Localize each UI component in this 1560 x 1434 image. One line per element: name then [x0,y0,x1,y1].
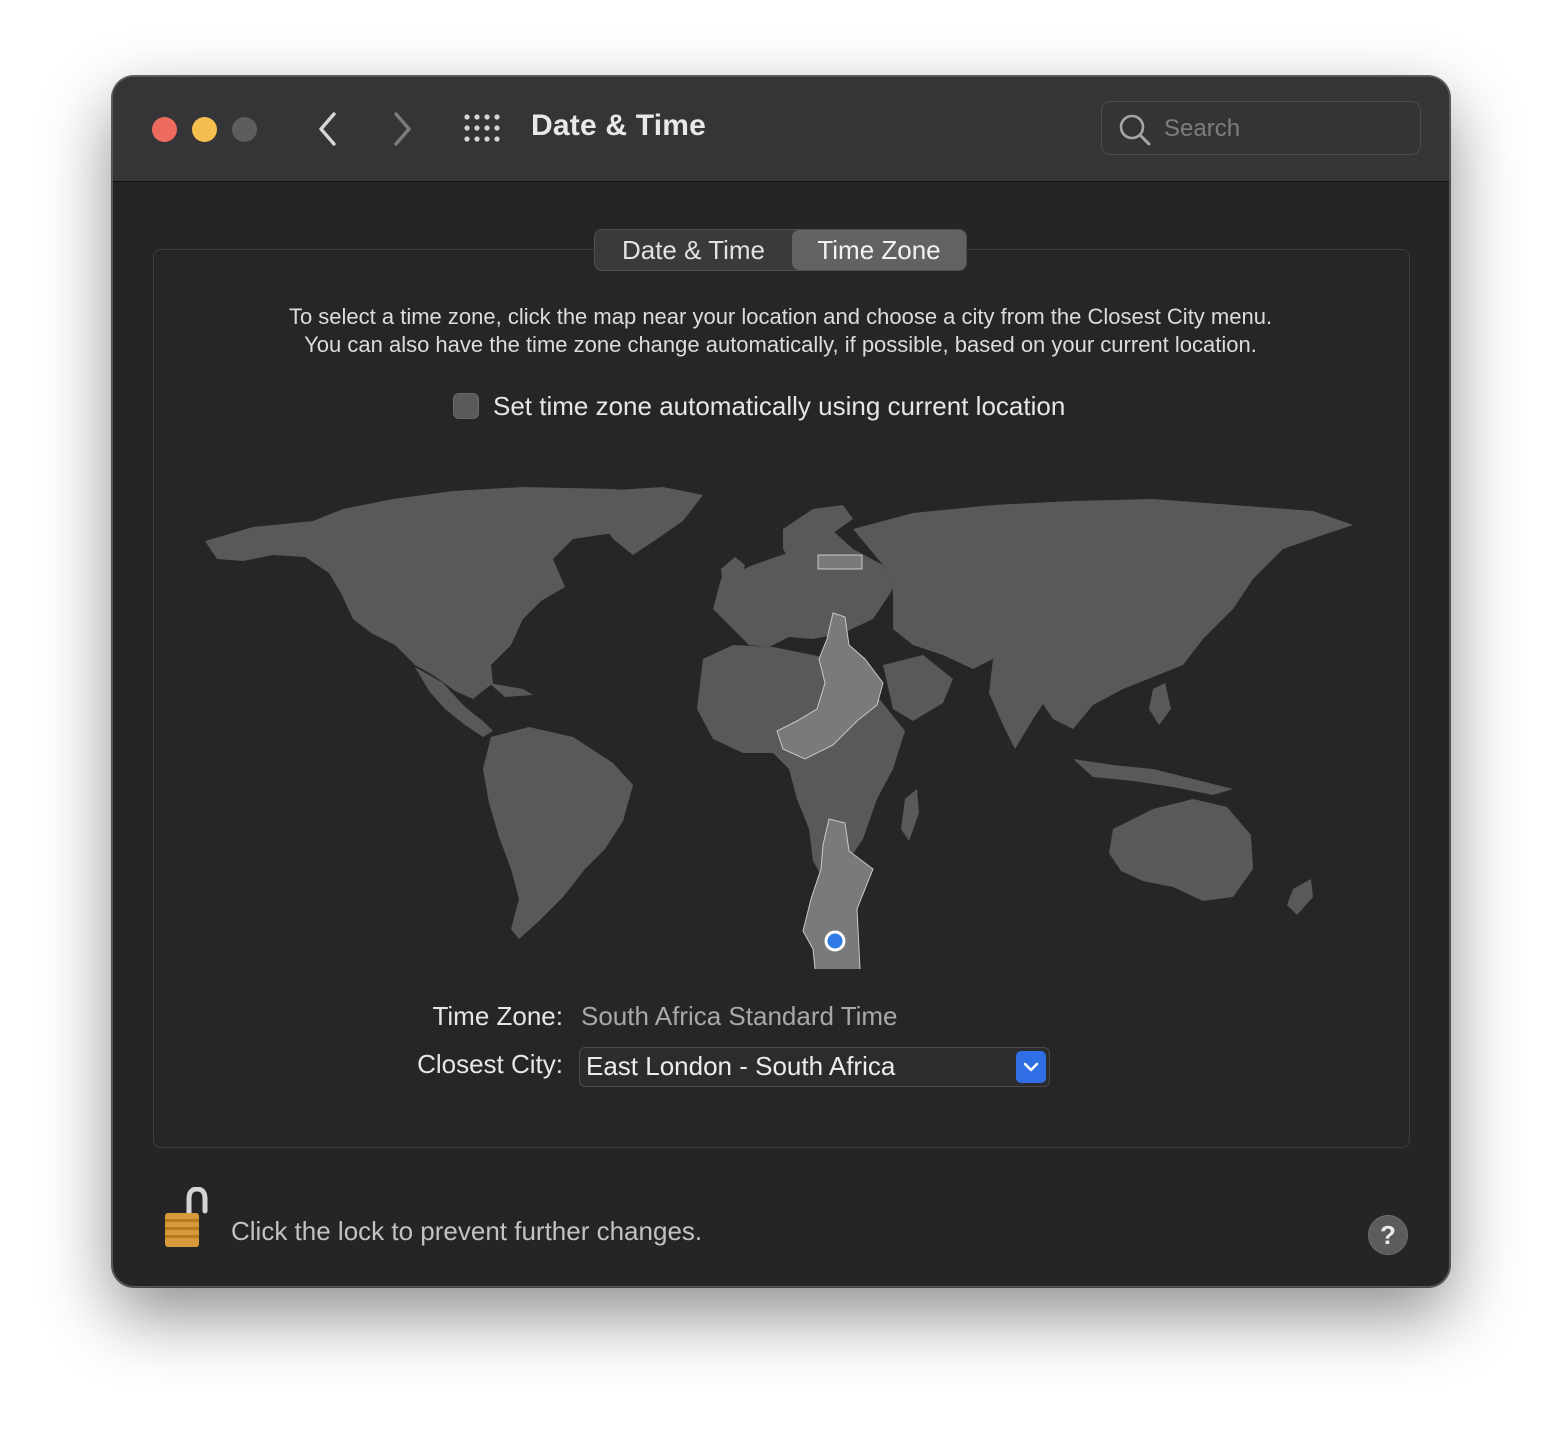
map-australia [1109,799,1253,901]
chevron-right-icon [394,112,411,146]
closest-city-label: Closest City: [417,1049,563,1079]
map-caribbean [489,683,533,697]
map-indonesia [1073,759,1233,795]
forward-button[interactable] [382,107,422,151]
instructions-text: To select a time zone, click the map nea… [173,303,1388,359]
world-map[interactable] [193,469,1373,969]
map-greenland [597,487,703,555]
title-bar: Date & Time [113,77,1449,182]
grid-icon [464,114,500,142]
map-arabia [883,655,953,721]
lock-message: Click the lock to prevent further change… [231,1216,703,1246]
help-button[interactable]: ? [1368,1215,1408,1255]
tab-date-time[interactable]: Date & Time [595,230,792,270]
show-all-button[interactable] [463,113,503,145]
closest-city-value: East London - South Africa [586,1051,896,1081]
closest-city-popup[interactable]: East London - South Africa [579,1047,1050,1087]
search-icon [1119,114,1151,146]
instructions-line-1: To select a time zone, click the map nea… [288,304,1273,329]
selected-location-marker [824,930,846,952]
map-south-america [483,727,633,939]
search-input[interactable] [1162,102,1416,156]
map-madagascar [901,789,919,841]
auto-timezone-row[interactable]: Set time zone automatically using curren… [453,389,1065,423]
close-button[interactable] [152,117,177,142]
lock-icon[interactable] [161,1187,217,1253]
minimize-button[interactable] [192,117,217,142]
chevron-left-icon [319,112,336,146]
back-button[interactable] [308,107,348,151]
instructions-line-2: You can also have the time zone change a… [304,332,1257,357]
popup-arrow-button[interactable] [1016,1051,1046,1083]
map-new-zealand [1287,879,1313,915]
auto-timezone-checkbox[interactable] [453,393,479,419]
time-zone-value: South Africa Standard Time [581,1001,898,1031]
timezone-band-top [817,554,863,570]
map-philippines [1149,683,1171,725]
window-title: Date & Time [531,109,707,142]
search-field[interactable] [1101,101,1421,156]
zoom-button[interactable] [232,117,257,142]
chevron-down-icon [1023,1062,1039,1072]
auto-timezone-label: Set time zone automatically using curren… [493,390,1066,421]
tab-time-zone[interactable]: Time Zone [792,230,966,270]
tab-control: Date & Time Time Zone [594,229,967,271]
time-zone-label: Time Zone: [432,1001,563,1031]
system-preferences-window: Date & Time Date & Time Time Zone To sel… [112,76,1450,1287]
